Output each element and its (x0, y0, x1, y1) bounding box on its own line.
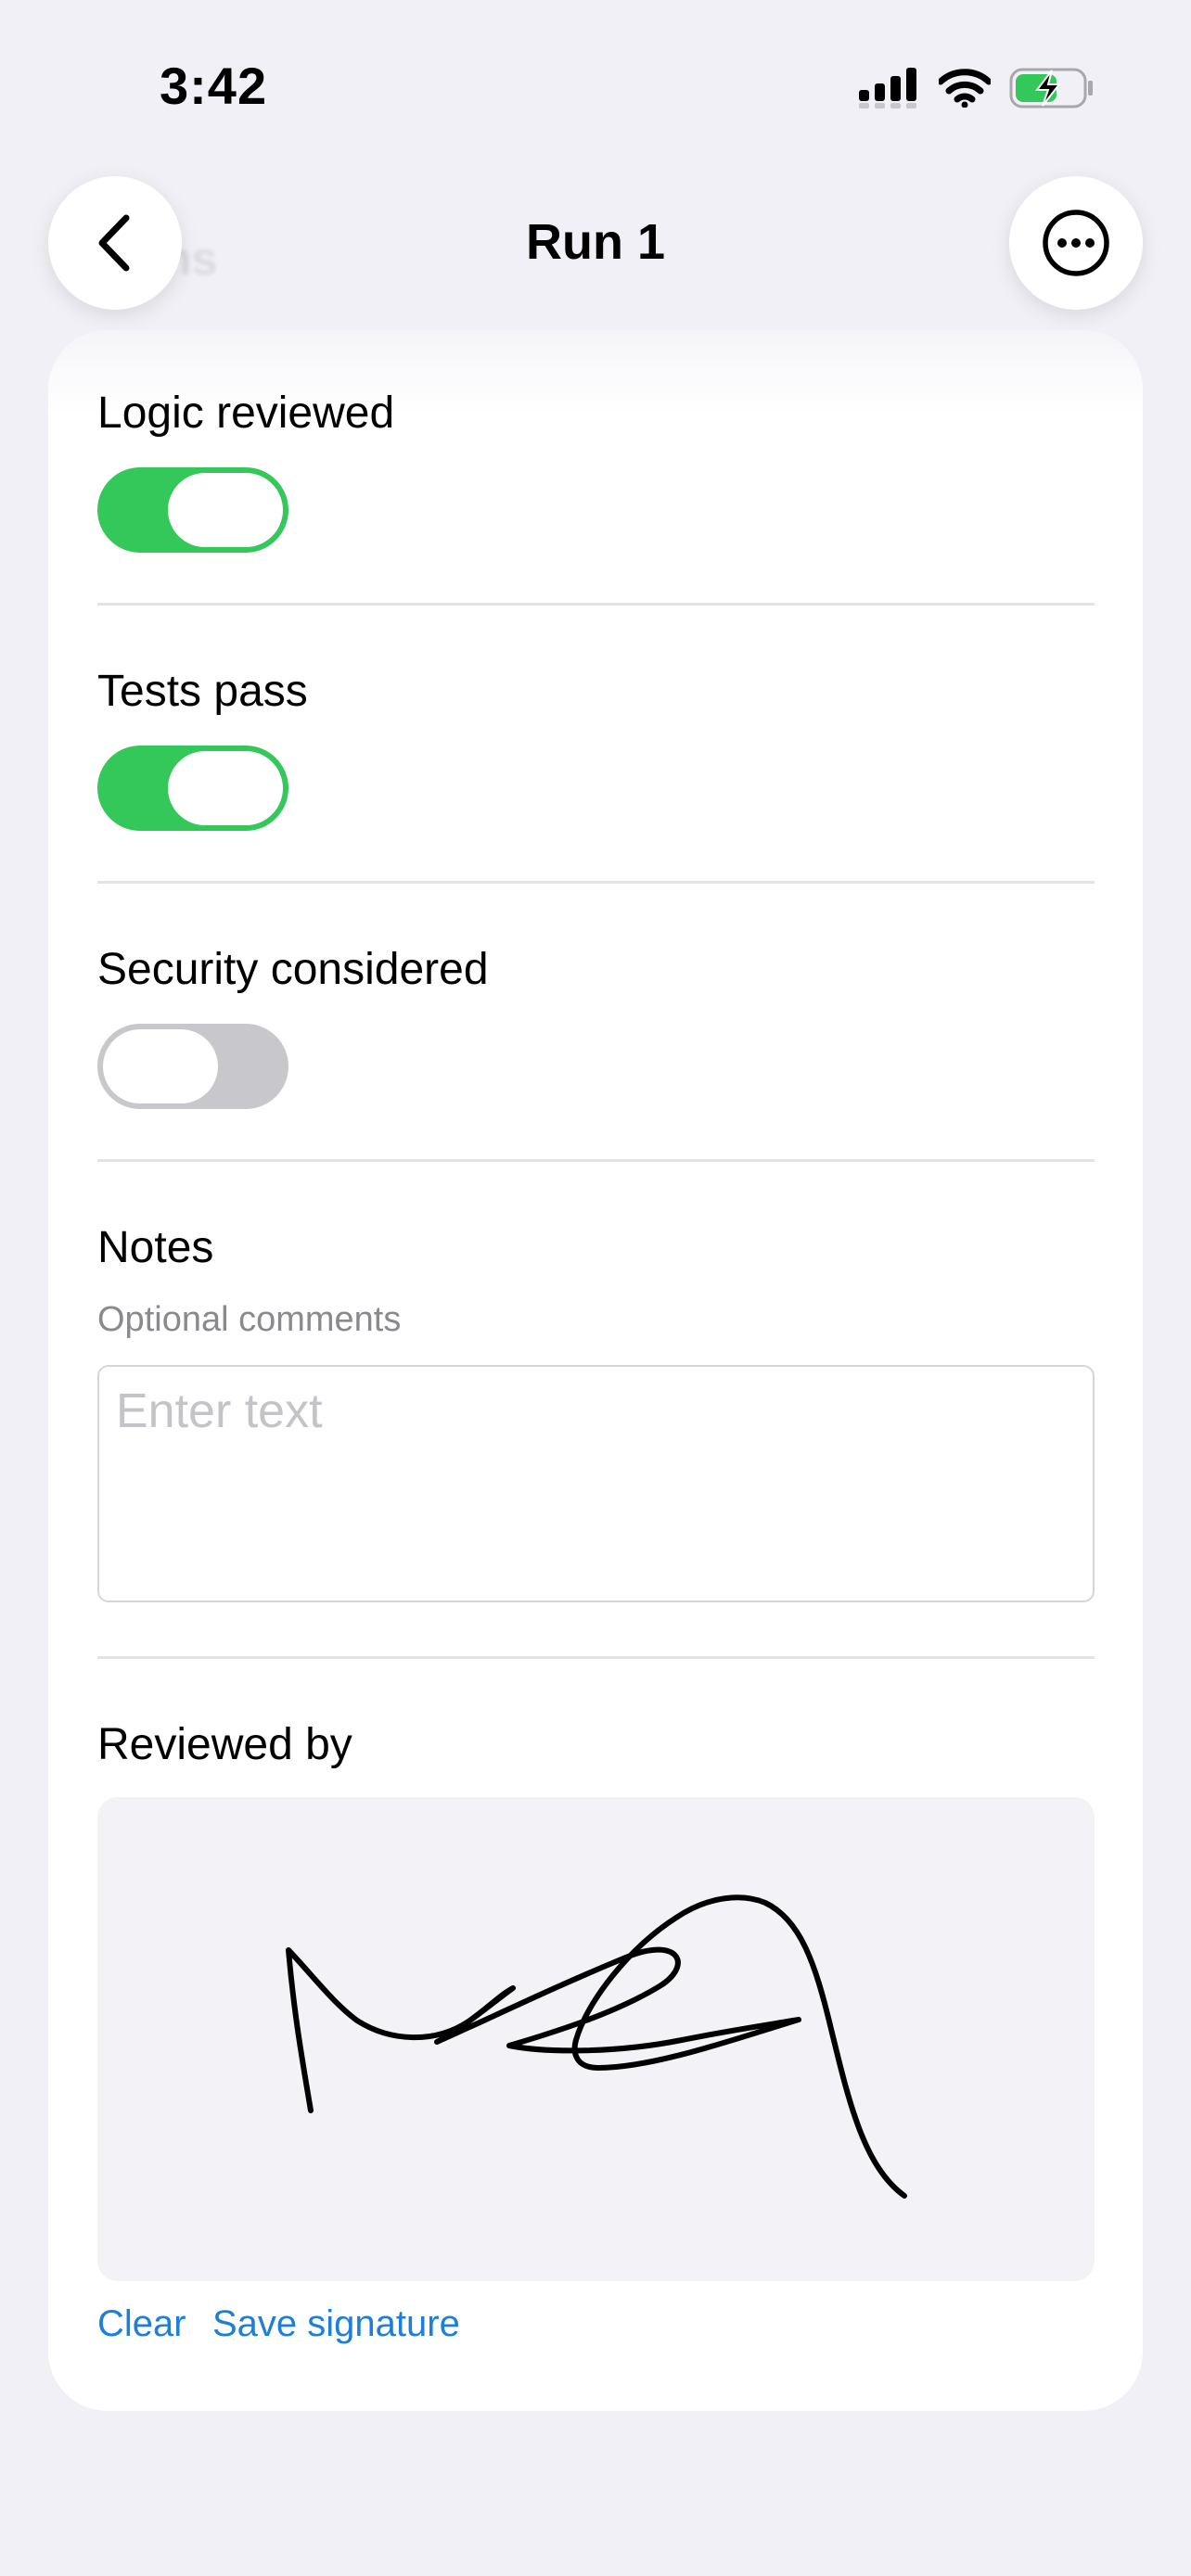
form-card: Logic reviewed Tests pass Security consi… (48, 330, 1143, 2411)
divider (97, 1159, 1095, 1162)
nav-bar: ns Run 1 (0, 176, 1191, 315)
ellipsis-circle-icon (1043, 210, 1109, 276)
reviewed-by-label: Reviewed by (97, 1720, 352, 1769)
divider (97, 1656, 1095, 1659)
tests-pass-label: Tests pass (97, 667, 308, 716)
toggle-knob (168, 751, 283, 825)
logic-reviewed-toggle[interactable] (97, 467, 288, 553)
back-button[interactable] (48, 176, 182, 310)
toggle-knob (168, 473, 283, 547)
chevron-left-icon (98, 214, 130, 272)
status-time: 3:42 (160, 57, 268, 115)
signature-pad[interactable] (97, 1797, 1095, 2281)
notes-label: Notes (97, 1223, 214, 1272)
more-options-button[interactable] (1009, 176, 1143, 310)
logic-reviewed-label: Logic reviewed (97, 389, 395, 438)
signature-drawing (286, 1894, 907, 2199)
security-considered-label: Security considered (97, 945, 489, 994)
tests-pass-toggle[interactable] (97, 746, 288, 831)
divider (97, 881, 1095, 884)
battery-charging-icon (1009, 68, 1093, 108)
clear-signature-link[interactable]: Clear (97, 2303, 186, 2345)
notes-input[interactable] (97, 1365, 1095, 1602)
toggle-knob (103, 1029, 218, 1103)
status-bar: 3:42 (0, 0, 1191, 176)
security-considered-toggle[interactable] (97, 1024, 288, 1109)
notes-helper-text: Optional comments (97, 1300, 402, 1339)
divider (97, 603, 1095, 606)
cellular-signal-icon (859, 68, 916, 108)
save-signature-link[interactable]: Save signature (212, 2303, 460, 2345)
wifi-icon (939, 69, 991, 108)
status-icons (859, 65, 1095, 111)
